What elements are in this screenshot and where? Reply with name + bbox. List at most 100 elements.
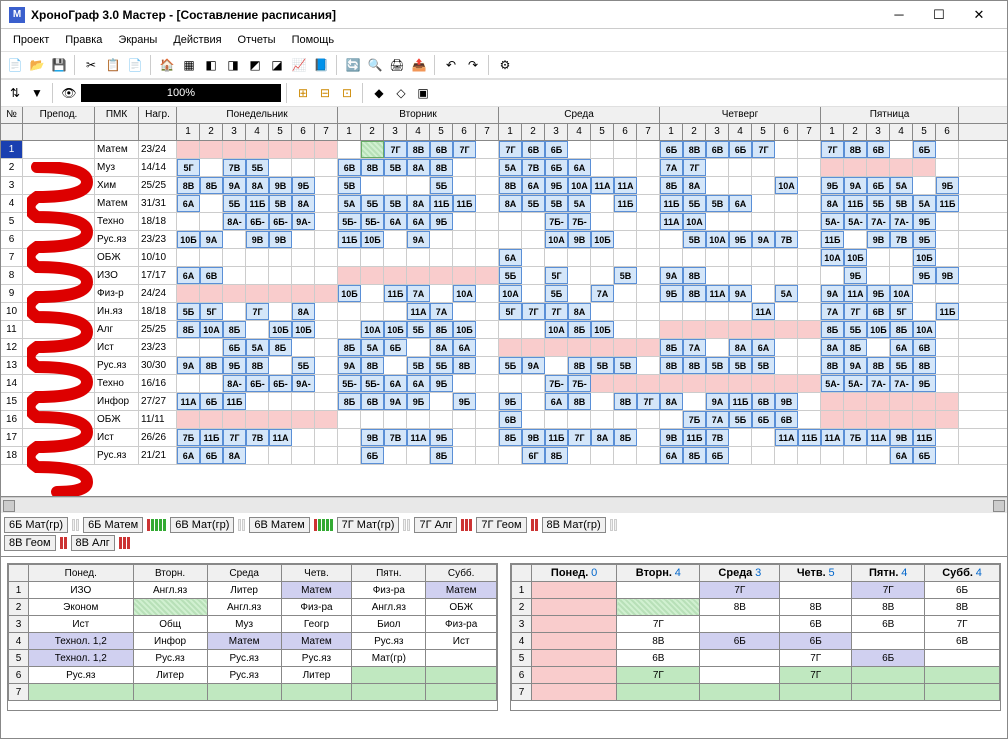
minimize-button[interactable]: ─	[879, 2, 919, 28]
lesson-cell[interactable]: 8А	[821, 339, 844, 356]
panel-cell[interactable]: 8В	[780, 599, 852, 616]
lesson-cell[interactable]: 9Б	[430, 375, 453, 392]
lesson-cell[interactable]: 7А	[407, 285, 430, 302]
lesson-cell[interactable]	[476, 303, 499, 320]
lesson-cell[interactable]: 6А	[890, 447, 913, 464]
lesson-cell[interactable]: 9В	[660, 429, 683, 446]
lesson-cell[interactable]: 11Б	[453, 195, 476, 212]
lesson-cell[interactable]	[407, 339, 430, 356]
home-icon[interactable]: 🏠	[157, 55, 177, 75]
lesson-cell[interactable]	[798, 141, 821, 158]
mode3-icon[interactable]: ▣	[413, 83, 433, 103]
lesson-cell[interactable]	[522, 231, 545, 248]
lesson-cell[interactable]	[775, 141, 798, 158]
panel-day-header[interactable]: Среда 3	[700, 565, 780, 582]
lesson-cell[interactable]	[798, 339, 821, 356]
lesson-cell[interactable]: 5Б	[430, 177, 453, 194]
lesson-cell[interactable]: 10А	[361, 321, 384, 338]
lesson-cell[interactable]: 10Б	[453, 321, 476, 338]
panel-cell[interactable]: Муз	[207, 616, 281, 633]
lesson-cell[interactable]: 8А	[729, 339, 752, 356]
panel-cell[interactable]: Технол. 1,2	[29, 650, 134, 667]
lesson-cell[interactable]: 9А	[522, 357, 545, 374]
lesson-cell[interactable]: 5Б	[223, 195, 246, 212]
lesson-cell[interactable]: 6Б	[913, 141, 936, 158]
lesson-cell[interactable]	[315, 411, 338, 428]
lesson-cell[interactable]: 5Б	[499, 267, 522, 284]
lesson-cell[interactable]: 6В	[361, 393, 384, 410]
lesson-cell[interactable]: 5А	[913, 195, 936, 212]
lesson-cell[interactable]	[890, 141, 913, 158]
lesson-cell[interactable]	[292, 267, 315, 284]
lesson-cell[interactable]: 6А	[545, 393, 568, 410]
lesson-cell[interactable]	[292, 231, 315, 248]
lesson-cell[interactable]	[936, 447, 959, 464]
lesson-cell[interactable]: 7Б	[177, 429, 200, 446]
lesson-cell[interactable]	[591, 141, 614, 158]
panel-row-header[interactable]: 7	[9, 684, 29, 701]
lesson-cell[interactable]	[775, 303, 798, 320]
lesson-cell[interactable]	[384, 411, 407, 428]
lesson-cell[interactable]: 9В	[867, 231, 890, 248]
lesson-cell[interactable]	[752, 177, 775, 194]
lesson-cell[interactable]: 5Б	[177, 303, 200, 320]
lesson-cell[interactable]	[683, 321, 706, 338]
lesson-cell[interactable]: 9Б	[660, 285, 683, 302]
lesson-cell[interactable]	[568, 339, 591, 356]
lesson-cell[interactable]	[729, 159, 752, 176]
lesson-cell[interactable]: 9А	[338, 357, 361, 374]
lesson-cell[interactable]	[476, 141, 499, 158]
lesson-cell[interactable]	[223, 411, 246, 428]
lesson-cell[interactable]	[936, 393, 959, 410]
lesson-cell[interactable]: 5В	[384, 159, 407, 176]
lesson-cell[interactable]: 5Б	[246, 159, 269, 176]
lesson-cell[interactable]: 8Б	[821, 321, 844, 338]
lesson-cell[interactable]	[430, 231, 453, 248]
lesson-cell[interactable]: 10А	[683, 213, 706, 230]
lesson-cell[interactable]	[591, 195, 614, 212]
lesson-cell[interactable]	[614, 411, 637, 428]
lesson-cell[interactable]	[338, 411, 361, 428]
lesson-cell[interactable]	[729, 375, 752, 392]
lesson-cell[interactable]	[522, 393, 545, 410]
lesson-cell[interactable]: 7В	[522, 159, 545, 176]
panel-cell[interactable]: Биол	[352, 616, 426, 633]
panel-cell[interactable]: 7Г	[617, 616, 700, 633]
lesson-cell[interactable]: 7Б-	[568, 213, 591, 230]
lesson-cell[interactable]	[430, 249, 453, 266]
lesson-cell[interactable]: 9Б	[844, 267, 867, 284]
lesson-cell[interactable]	[177, 249, 200, 266]
panel-cell[interactable]	[133, 599, 207, 616]
lesson-cell[interactable]	[246, 447, 269, 464]
lesson-cell[interactable]	[660, 231, 683, 248]
lesson-cell[interactable]	[315, 321, 338, 338]
lesson-cell[interactable]: 9Б	[936, 177, 959, 194]
lesson-cell[interactable]	[821, 159, 844, 176]
lesson-cell[interactable]	[936, 141, 959, 158]
lesson-cell[interactable]: 5Б	[844, 321, 867, 338]
lesson-cell[interactable]: 11Б	[223, 393, 246, 410]
lesson-cell[interactable]: 7А	[660, 159, 683, 176]
lesson-cell[interactable]: 6Б	[200, 393, 223, 410]
lesson-cell[interactable]: 11Б	[936, 195, 959, 212]
lesson-cell[interactable]: 5Б-	[361, 375, 384, 392]
panel-cell[interactable]: 6Б	[700, 633, 780, 650]
panel-cell[interactable]: 6Б	[925, 582, 1000, 599]
refresh-icon[interactable]: 🔄	[343, 55, 363, 75]
lesson-cell[interactable]: 8В	[361, 159, 384, 176]
lesson-cell[interactable]	[637, 177, 660, 194]
lesson-cell[interactable]	[499, 375, 522, 392]
lesson-cell[interactable]	[637, 303, 660, 320]
lesson-cell[interactable]	[752, 267, 775, 284]
panel-cell[interactable]	[700, 650, 780, 667]
lesson-cell[interactable]	[614, 447, 637, 464]
lesson-cell[interactable]: 5Б	[890, 357, 913, 374]
lesson-cell[interactable]: 8А	[223, 447, 246, 464]
lesson-cell[interactable]: 6А	[729, 195, 752, 212]
lesson-cell[interactable]	[844, 447, 867, 464]
lesson-cell[interactable]	[637, 357, 660, 374]
lesson-cell[interactable]: 10А	[821, 249, 844, 266]
lesson-cell[interactable]	[591, 249, 614, 266]
lesson-cell[interactable]: 6А	[177, 447, 200, 464]
lesson-cell[interactable]: 9А	[407, 231, 430, 248]
